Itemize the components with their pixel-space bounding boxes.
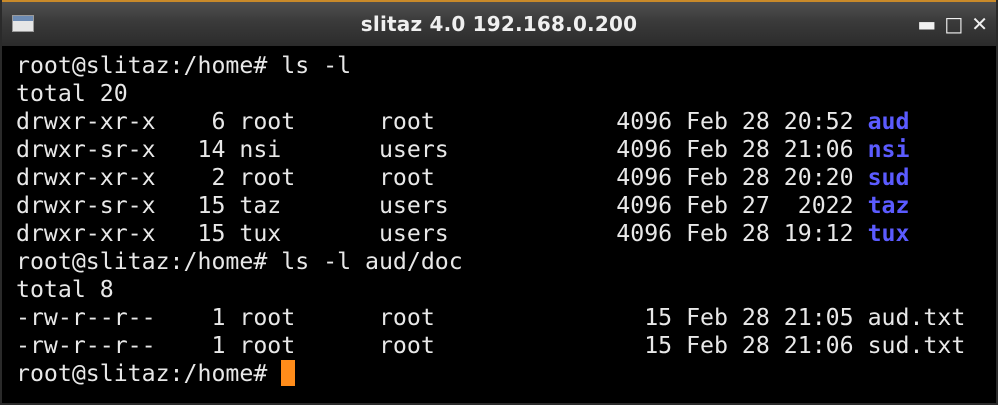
terminal-cursor bbox=[281, 360, 296, 386]
terminal-line: drwxr-sr-x 14 nsi users 4096 Feb 28 21:0… bbox=[16, 136, 910, 163]
terminal-line: root@slitaz:/home# ls -l bbox=[16, 52, 352, 79]
terminal-window: slitaz 4.0 192.168.0.200 ▬ □ ✕ root@slit… bbox=[0, 0, 998, 405]
terminal-line: total 8 bbox=[16, 276, 114, 303]
terminal-line: -rw-r--r-- 1 root root 15 Feb 28 21:06 s… bbox=[16, 332, 966, 359]
directory-name: nsi bbox=[867, 136, 910, 163]
terminal-line: root@slitaz:/home# ls -l aud/doc bbox=[16, 248, 463, 275]
terminal-line: drwxr-xr-x 6 root root 4096 Feb 28 20:52… bbox=[16, 108, 910, 135]
close-icon[interactable]: ✕ bbox=[971, 12, 988, 36]
window-controls: ▬ □ ✕ bbox=[917, 12, 988, 36]
terminal-output[interactable]: root@slitaz:/home# ls -l total 20 drwxr-… bbox=[2, 46, 996, 403]
terminal-line: drwxr-xr-x 15 tux users 4096 Feb 28 19:1… bbox=[16, 220, 910, 247]
window-title: slitaz 4.0 192.168.0.200 bbox=[360, 12, 638, 36]
title-bar[interactable]: slitaz 4.0 192.168.0.200 ▬ □ ✕ bbox=[2, 0, 996, 46]
terminal-line: -rw-r--r-- 1 root root 15 Feb 28 21:05 a… bbox=[16, 304, 966, 331]
directory-name: aud bbox=[867, 108, 910, 135]
directory-name: tux bbox=[867, 220, 910, 247]
terminal-line: drwxr-xr-x 2 root root 4096 Feb 28 20:20… bbox=[16, 164, 910, 191]
terminal-line: drwxr-sr-x 15 taz users 4096 Feb 27 2022… bbox=[16, 192, 910, 219]
directory-name: taz bbox=[867, 192, 910, 219]
maximize-icon[interactable]: □ bbox=[944, 12, 963, 36]
minimize-icon[interactable]: ▬ bbox=[917, 12, 936, 36]
terminal-line: total 20 bbox=[16, 80, 128, 107]
directory-name: sud bbox=[867, 164, 910, 191]
terminal-prompt-line[interactable]: root@slitaz:/home# bbox=[16, 360, 996, 388]
